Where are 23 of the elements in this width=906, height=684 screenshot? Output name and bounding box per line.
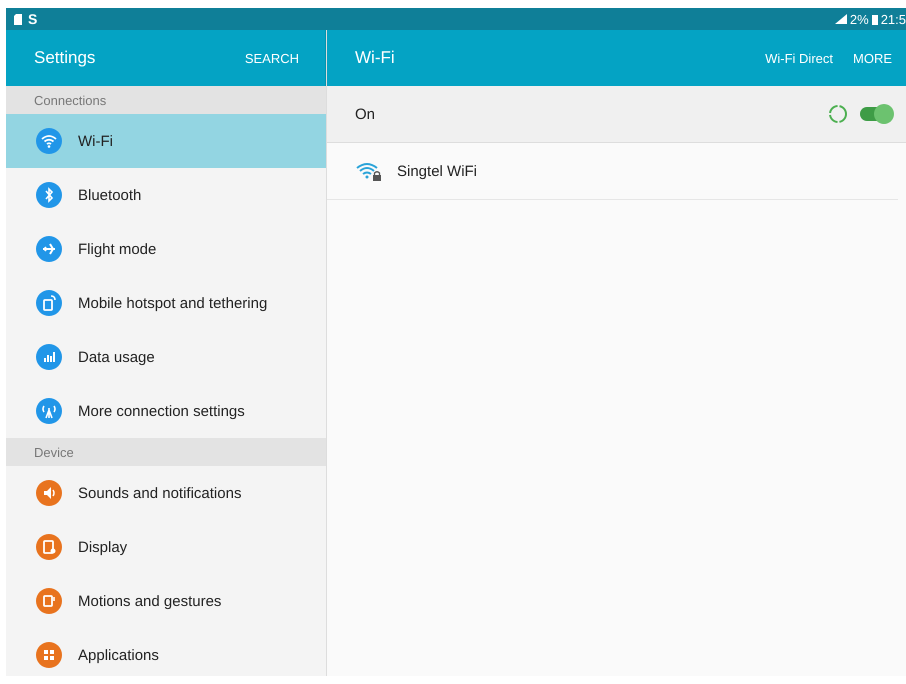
menu-item[interactable]: Sounds and notifications — [6, 466, 326, 520]
menu-item[interactable]: Flight mode — [6, 222, 326, 276]
battery-percent: 2% — [850, 12, 869, 26]
network-item[interactable]: Singtel WiFi — [327, 143, 898, 200]
switch-label: On — [355, 106, 376, 122]
menu-item[interactable]: Data usage — [6, 330, 326, 384]
menu-item[interactable]: Bluetooth — [6, 168, 326, 222]
settings-title: Settings — [34, 48, 96, 68]
battery-icon — [872, 14, 878, 24]
menu-item[interactable]: Motions and gestures — [6, 574, 326, 628]
notification-icon: S — [28, 11, 38, 27]
wifi-title: Wi-Fi — [355, 48, 395, 68]
signal-icon — [834, 14, 847, 24]
clock: 21:5 — [880, 12, 906, 26]
menu-item[interactable]: Wi-Fi — [6, 114, 326, 168]
section-title: Connections — [34, 92, 106, 108]
menu-item[interactable]: Display — [6, 520, 326, 574]
menu-item[interactable]: Applications — [6, 628, 326, 676]
sim-card-icon — [14, 14, 22, 24]
section-title: Device — [34, 444, 74, 460]
menu-item[interactable]: Mobile hotspot and tethering — [6, 276, 326, 330]
menu-item[interactable]: More connection settings — [6, 384, 326, 438]
wifi-toggle[interactable] — [860, 107, 892, 121]
